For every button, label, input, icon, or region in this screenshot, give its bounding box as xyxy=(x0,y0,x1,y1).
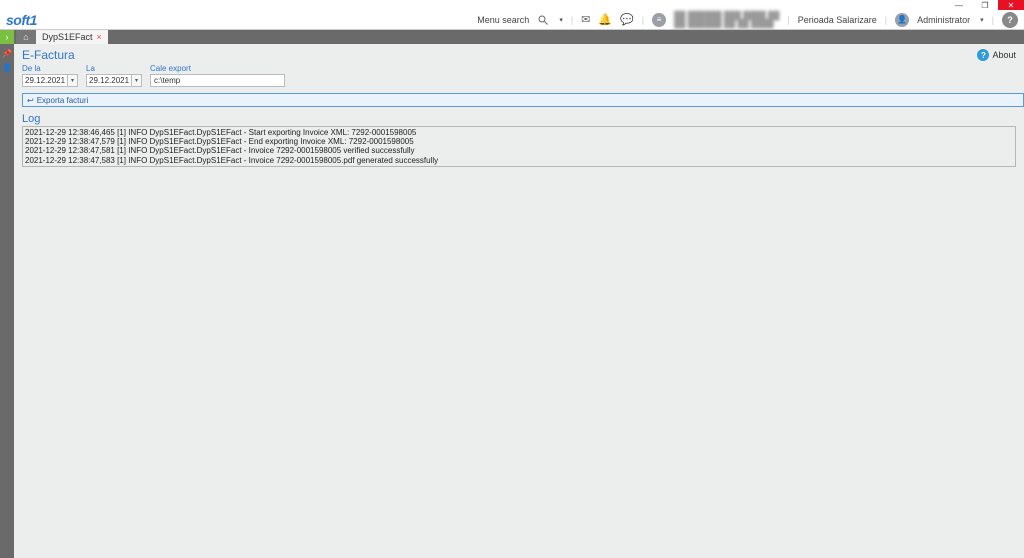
app-header: soft1 Menu search ▾ | ✉ 🔔 💬 | ≡ ██ █████… xyxy=(0,10,1024,30)
de-la-label: De la xyxy=(22,64,78,73)
about-button[interactable]: ? About xyxy=(977,49,1016,61)
header-right: Menu search ▾ | ✉ 🔔 💬 | ≡ ██ ██████ ███ … xyxy=(477,12,1018,28)
admin-dropdown-icon[interactable]: ▾ xyxy=(980,16,984,24)
tab-close-icon[interactable]: × xyxy=(97,32,102,42)
window-maximize-button[interactable]: ❐ xyxy=(972,0,998,10)
la-dropdown-icon[interactable]: ▾ xyxy=(132,74,142,87)
window-minimize-button[interactable]: — xyxy=(946,0,972,10)
log-heading: Log xyxy=(14,107,1024,126)
tab-dyps1efact[interactable]: DypS1EFact × xyxy=(36,30,108,44)
page-title: E-Factura xyxy=(22,48,75,62)
log-line: 2021-12-29 12:38:46,465 [1] INFO DypS1EF… xyxy=(25,128,1013,137)
la-label: La xyxy=(86,64,142,73)
content-row: 📌 👤 E-Factura ? About De la ▾ La xyxy=(0,44,1024,558)
tab-label: DypS1EFact xyxy=(42,32,93,42)
search-dropdown-icon[interactable]: ▾ xyxy=(559,16,563,24)
export-button-label: Exporta facturi xyxy=(37,96,89,105)
de-la-dropdown-icon[interactable]: ▾ xyxy=(68,74,78,87)
sidebar-toggle-button[interactable]: › xyxy=(0,30,14,44)
info-badge-icon[interactable]: ≡ xyxy=(652,13,666,27)
cale-label: Cale export xyxy=(150,64,285,73)
log-line: 2021-12-29 12:38:47,581 [1] INFO DypS1EF… xyxy=(25,146,1013,155)
menu-search-label: Menu search xyxy=(477,15,529,25)
admin-label[interactable]: Administrator xyxy=(917,15,970,25)
export-arrow-icon: ↩ xyxy=(27,96,34,105)
log-output: 2021-12-29 12:38:46,465 [1] INFO DypS1EF… xyxy=(22,126,1016,167)
sidebar-user-icon[interactable]: 👤 xyxy=(2,62,12,72)
de-la-input[interactable] xyxy=(22,74,68,87)
mail-icon[interactable]: ✉ xyxy=(581,13,590,26)
window-close-button[interactable]: ✕ xyxy=(998,0,1024,10)
cale-export-input[interactable] xyxy=(150,74,285,87)
tab-strip: › ⌂ DypS1EFact × xyxy=(0,30,1024,44)
bell-icon[interactable]: 🔔 xyxy=(598,13,612,26)
filter-row: De la ▾ La ▾ Cale export xyxy=(14,62,1024,91)
help-icon[interactable]: ? xyxy=(1002,12,1018,28)
search-icon[interactable] xyxy=(537,14,549,26)
sidebar-pin-icon[interactable]: 📌 xyxy=(2,48,12,58)
chat-icon[interactable]: 💬 xyxy=(620,13,634,26)
log-line: 2021-12-29 12:38:47,583 [1] INFO DypS1EF… xyxy=(25,156,1013,165)
left-sidebar: 📌 👤 xyxy=(0,44,14,558)
export-facturi-button[interactable]: ↩ Exporta facturi xyxy=(22,93,1024,107)
window-controls: — ❐ ✕ xyxy=(0,0,1024,10)
perioada-link[interactable]: Perioada Salarizare xyxy=(798,15,877,25)
masked-info: ██ ██████ ███ ████ ████ ██████ ██ ██ ███… xyxy=(674,12,779,28)
about-icon: ? xyxy=(977,49,989,61)
app-logo: soft1 xyxy=(6,12,37,28)
main-panel: E-Factura ? About De la ▾ La ▾ xyxy=(14,44,1024,558)
user-avatar-icon[interactable]: 👤 xyxy=(895,13,909,27)
la-input[interactable] xyxy=(86,74,132,87)
about-label: About xyxy=(992,50,1016,60)
log-line: 2021-12-29 12:38:47,579 [1] INFO DypS1EF… xyxy=(25,137,1013,146)
home-tab[interactable]: ⌂ xyxy=(16,30,36,44)
